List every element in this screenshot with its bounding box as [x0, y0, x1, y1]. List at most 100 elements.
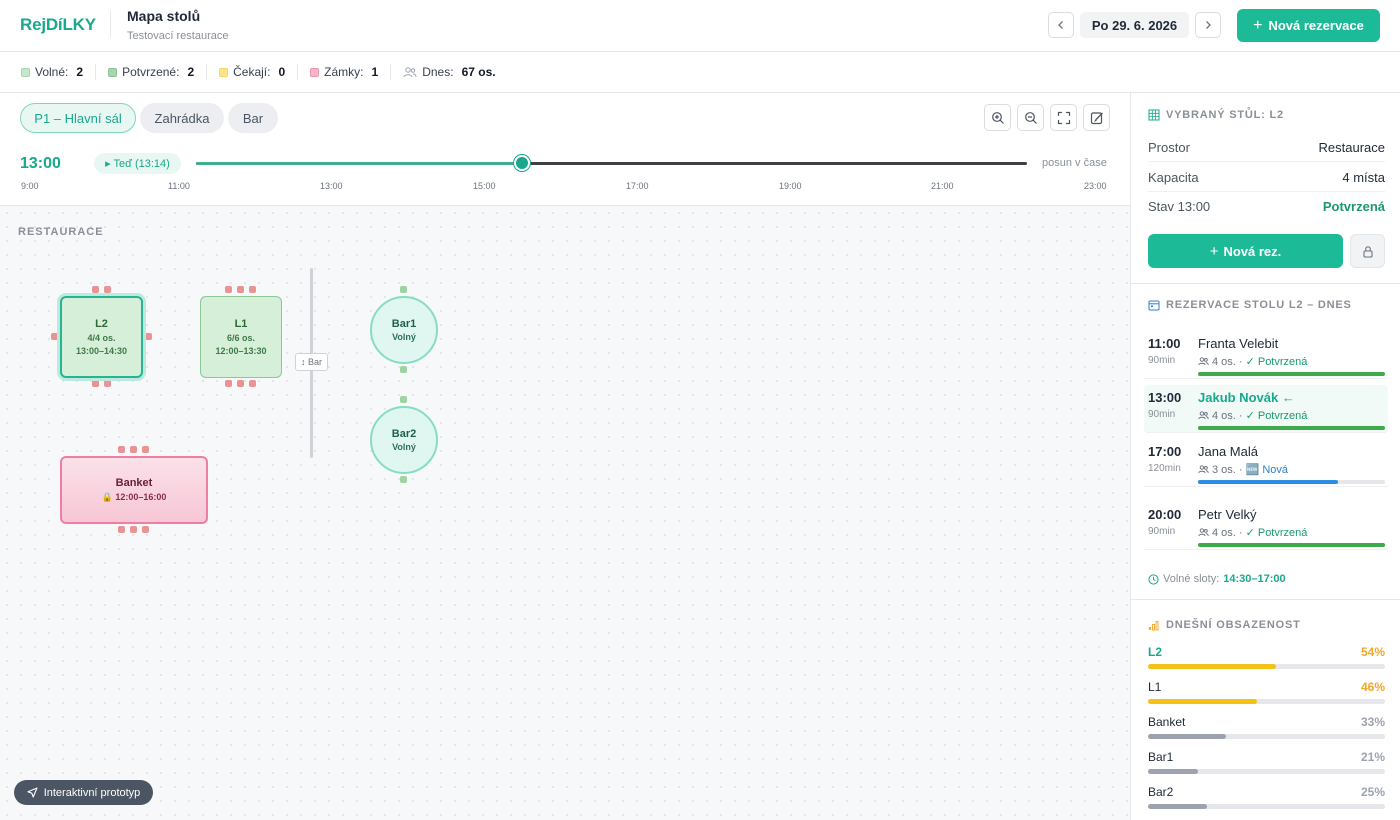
table-l1[interactable]: L1 6/6 os. 12:00–13:30 — [200, 296, 282, 378]
lock-swatch-icon — [310, 67, 320, 77]
res-status: ✓ Potvrzená — [1245, 410, 1308, 422]
time-slider-panel: 13:00 ▸ Teď (13:14) posun v čase 9:00 11… — [0, 143, 1130, 206]
details-panel: VYBRANÝ STŮL: L2 Prostor Restaurace Kapa… — [1130, 93, 1400, 820]
stat-locks: Zámky: 1 — [310, 64, 392, 80]
table-grid-icon — [1148, 109, 1160, 121]
people-icon — [1198, 357, 1209, 366]
prop-value: Restaurace — [1318, 139, 1385, 155]
occupancy-row: Banket 33% — [1148, 715, 1385, 745]
floor-plan-canvas[interactable]: RESTAURACE L2 4/4 os. 13:00–14:30 L1 6/6… — [0, 206, 1130, 820]
jump-to-now-button[interactable]: ▸ Teď (13:14) — [94, 153, 181, 174]
table-occupancy: 4/4 os. — [87, 333, 116, 343]
expand-icon — [1057, 111, 1070, 124]
reservation-item[interactable]: 17:00 120min Jana Malá 3 os. · 🆕 Nová — [1144, 439, 1388, 487]
reservation-item-selected[interactable]: 13:00 90min Jakub Novák ← 4 os. · ✓ Potv… — [1144, 385, 1388, 433]
table-time: 12:00–13:30 — [215, 346, 267, 356]
time-slider-fill — [196, 162, 523, 165]
divider — [1131, 599, 1400, 600]
prop-capacity: Kapacita 4 místa — [1148, 163, 1385, 192]
tab-bar[interactable]: Bar — [228, 103, 278, 133]
brand-logo[interactable]: RejDíLKY — [20, 15, 96, 35]
chair — [225, 286, 232, 293]
table-status: Volný — [392, 442, 416, 452]
chair — [142, 526, 149, 533]
stat-label: Volné: — [35, 65, 69, 79]
chair — [51, 333, 58, 340]
divider — [1131, 283, 1400, 284]
res-meta: 4 os. · ✓ Potvrzená — [1198, 409, 1307, 422]
chair — [237, 286, 244, 293]
zoom-in-icon — [991, 111, 1004, 124]
occ-track — [1148, 664, 1385, 669]
res-status: ✓ Potvrzená — [1245, 527, 1308, 539]
chair — [400, 286, 407, 293]
occupancy-heading: DNEŠNÍ OBSAZENOST — [1148, 619, 1301, 631]
prop-key: Prostor — [1148, 139, 1190, 155]
next-day-button[interactable] — [1195, 12, 1221, 38]
edit-icon — [1090, 111, 1103, 124]
reservation-item[interactable]: 20:00 90min Petr Velký 4 os. · ✓ Potvrze… — [1144, 502, 1388, 550]
chair — [92, 380, 99, 387]
bar-wall-label[interactable]: ↕ Bar — [295, 353, 328, 371]
stat-value: 67 os. — [461, 65, 496, 79]
zoom-out-button[interactable] — [1017, 104, 1044, 131]
header-divider — [110, 10, 111, 38]
res-progress-track — [1198, 543, 1385, 547]
res-status: ✓ Potvrzená — [1245, 356, 1308, 368]
page-subtitle: Testovací restaurace — [127, 30, 229, 42]
people-icon — [1198, 465, 1209, 474]
occ-percent: 33% — [1360, 715, 1385, 729]
occ-name: Bar2 — [1148, 785, 1174, 799]
new-rez-button[interactable]: + Nová rez. — [1148, 234, 1343, 268]
stat-value: 2 — [76, 65, 84, 79]
date-display[interactable]: Po 29. 6. 2026 — [1080, 12, 1189, 38]
chair — [400, 396, 407, 403]
fit-view-button[interactable] — [1050, 104, 1077, 131]
stat-value: 2 — [187, 65, 195, 79]
time-tick: 23:00 — [1084, 181, 1107, 191]
time-slider-track[interactable] — [196, 155, 1027, 171]
res-time: 13:00 — [1148, 390, 1182, 405]
bar-chart-icon — [1149, 620, 1159, 630]
table-bar2[interactable]: Bar2 Volný — [370, 406, 438, 474]
occupancy-row: L1 46% — [1148, 680, 1385, 710]
chair — [104, 286, 111, 293]
table-banket[interactable]: Banket 🔒 12:00–16:00 — [60, 456, 208, 524]
chair — [249, 286, 256, 293]
tab-main-hall[interactable]: P1 – Hlavní sál — [20, 103, 136, 133]
table-bar1[interactable]: Bar1 Volný — [370, 296, 438, 364]
lock-table-button[interactable] — [1350, 234, 1385, 268]
res-people: 4 os. · — [1212, 409, 1243, 422]
time-slider-note: posun v čase — [1042, 157, 1107, 169]
chair — [130, 526, 137, 533]
send-icon — [27, 787, 38, 798]
app-header: RejDíLKY Mapa stolů Testovací restaurace… — [0, 0, 1400, 52]
res-people: 3 os. · — [1212, 463, 1243, 476]
tab-garden[interactable]: Zahrádka — [140, 103, 224, 133]
reservation-item[interactable]: 11:00 90min Franta Velebit 4 os. · ✓ Pot… — [1144, 331, 1388, 379]
res-progress-fill — [1198, 372, 1385, 376]
table-l2[interactable]: L2 4/4 os. 13:00–14:30 — [60, 296, 143, 378]
prev-day-button[interactable] — [1048, 12, 1074, 38]
chair — [118, 526, 125, 533]
time-slider-thumb[interactable] — [514, 155, 531, 171]
res-people: 4 os. · — [1212, 526, 1243, 539]
res-meta: 4 os. · ✓ Potvrzená — [1198, 526, 1307, 539]
free-slots-label: Volné sloty: — [1163, 573, 1220, 585]
stat-label: Zámky: — [324, 65, 364, 79]
res-progress-track — [1198, 372, 1385, 376]
clock-icon — [1148, 573, 1159, 585]
new-reservation-button[interactable]: + Nová rezervace — [1237, 9, 1380, 42]
res-time: 17:00 — [1148, 444, 1182, 459]
prototype-badge[interactable]: Interaktivní prototyp — [14, 780, 153, 805]
res-status: 🆕 Nová — [1245, 464, 1289, 476]
free-swatch-icon — [21, 67, 30, 77]
plus-icon: + — [1209, 242, 1219, 260]
occ-name: Banket — [1148, 715, 1186, 729]
zoom-in-button[interactable] — [984, 104, 1011, 131]
edit-layout-button[interactable] — [1083, 104, 1110, 131]
stat-label: Dnes: — [422, 65, 454, 79]
chevron-left-icon — [1058, 21, 1063, 29]
free-slots: Volné sloty: 14:30–17:00 — [1148, 573, 1286, 585]
confirmed-swatch-icon — [108, 67, 118, 77]
